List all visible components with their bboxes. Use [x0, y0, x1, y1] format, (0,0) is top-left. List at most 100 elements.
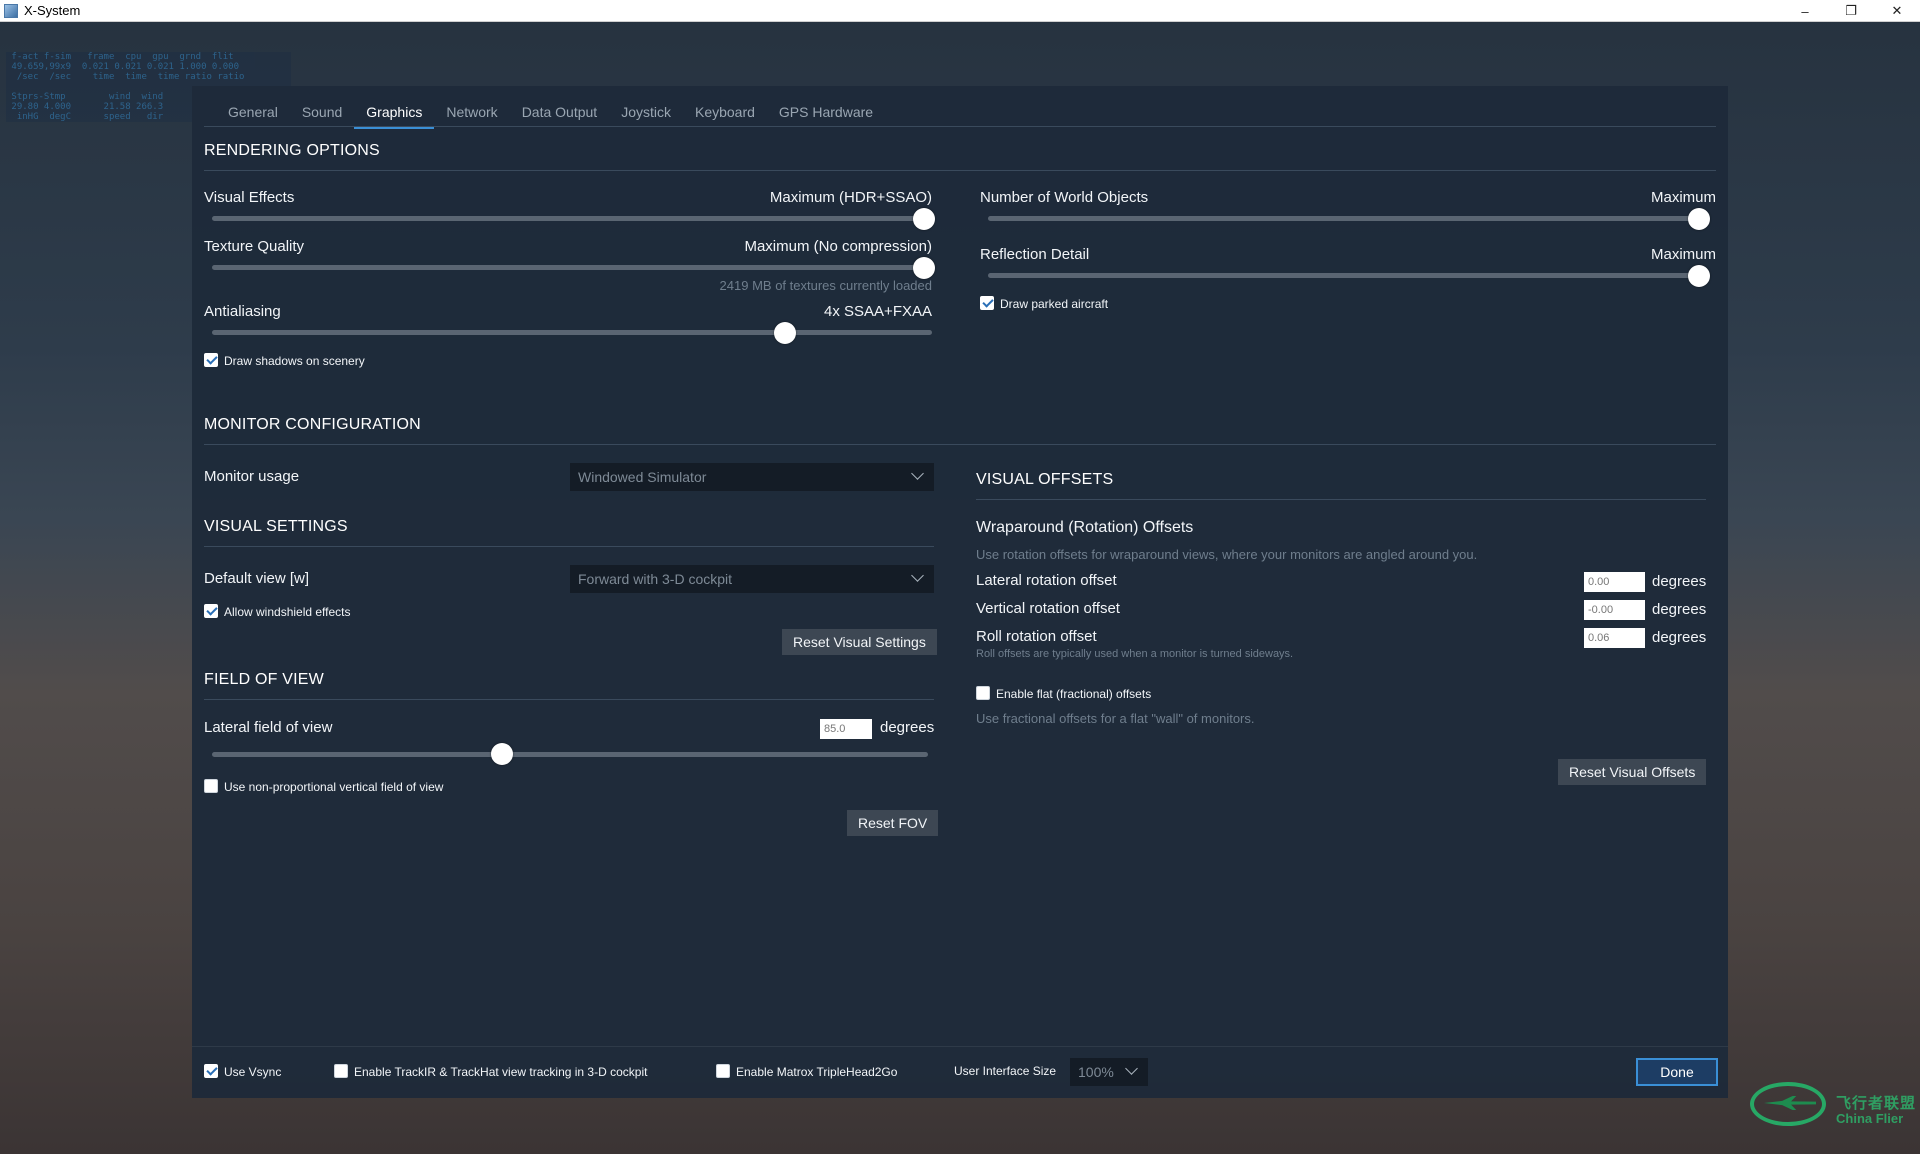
section-divider: [204, 170, 1716, 171]
vertical-rotation-unit: degrees: [1652, 601, 1707, 618]
reset-fov-button[interactable]: Reset FOV: [847, 810, 939, 836]
tab-network[interactable]: Network: [434, 98, 509, 129]
window-title: X-System: [24, 3, 81, 18]
antialiasing-value: 4x SSAA+FXAA: [824, 303, 932, 320]
vertical-rotation-input[interactable]: -0.00: [1584, 600, 1645, 620]
tab-sound[interactable]: Sound: [290, 98, 354, 129]
windshield-effects-checkbox[interactable]: [204, 604, 218, 618]
default-view-dropdown[interactable]: Forward with 3-D cockpit: [570, 565, 934, 593]
tab-general[interactable]: General: [216, 98, 290, 129]
lateral-rotation-input[interactable]: 0.00: [1584, 572, 1645, 592]
tab-graphics[interactable]: Graphics: [354, 98, 435, 129]
antialiasing-slider-thumb[interactable]: [774, 322, 796, 344]
windshield-effects-label: Allow windshield effects: [224, 605, 351, 619]
reflection-detail-label: Reflection Detail: [980, 246, 1090, 263]
lateral-fov-label: Lateral field of view: [204, 719, 333, 736]
tab-gps-hardware[interactable]: GPS Hardware: [767, 98, 885, 129]
section-divider: [204, 546, 934, 547]
reset-visual-offsets-button[interactable]: Reset Visual Offsets: [1558, 759, 1707, 785]
texture-memory-note: 2419 MB of textures currently loaded: [719, 278, 932, 293]
roll-rotation-label: Roll rotation offset: [976, 628, 1097, 645]
draw-parked-aircraft-label: Draw parked aircraft: [1000, 297, 1109, 311]
flat-offsets-hint: Use fractional offsets for a flat "wall"…: [976, 711, 1255, 726]
monitor-usage-label: Monitor usage: [204, 468, 300, 485]
draw-shadows-checkbox[interactable]: [204, 353, 218, 367]
non-proportional-fov-checkbox[interactable]: [204, 779, 218, 793]
visual-effects-slider-thumb[interactable]: [913, 208, 935, 230]
settings-dialog: General Sound Graphics Network Data Outp…: [192, 86, 1728, 1098]
non-proportional-fov-label: Use non-proportional vertical field of v…: [224, 780, 444, 794]
tab-data-output[interactable]: Data Output: [510, 98, 610, 129]
roll-rotation-hint: Roll offsets are typically used when a m…: [976, 648, 1294, 660]
debug-line: 49.659,99x9 0.021 0.021 0.021 1.000 0.00…: [6, 62, 239, 72]
world-objects-slider-thumb[interactable]: [1688, 208, 1710, 230]
chevron-down-icon: [911, 467, 924, 480]
lateral-fov-slider-thumb[interactable]: [491, 743, 513, 765]
visual-settings-title: VISUAL SETTINGS: [204, 518, 348, 535]
roll-rotation-unit: degrees: [1652, 629, 1707, 646]
texture-quality-slider-thumb[interactable]: [913, 257, 935, 279]
monitor-usage-value: Windowed Simulator: [578, 469, 707, 485]
window-controls: – ❐ ✕: [1782, 0, 1920, 22]
tab-bar: General Sound Graphics Network Data Outp…: [216, 98, 885, 129]
china-flier-watermark: 飞行者联盟 China Flier: [1750, 1080, 1920, 1140]
lateral-fov-slider[interactable]: [212, 752, 928, 757]
watermark-cn-text: 飞行者联盟: [1836, 1095, 1917, 1112]
draw-parked-aircraft-checkbox[interactable]: [980, 296, 994, 310]
flat-offsets-label: Enable flat (fractional) offsets: [996, 687, 1152, 701]
visual-effects-value: Maximum (HDR+SSAO): [769, 189, 932, 206]
tab-divider: [204, 126, 1716, 127]
texture-quality-label: Texture Quality: [204, 238, 305, 255]
restore-icon[interactable]: ❐: [1828, 0, 1874, 22]
lateral-rotation-unit: degrees: [1652, 573, 1707, 590]
close-icon[interactable]: ✕: [1874, 0, 1920, 22]
app-icon: [4, 3, 18, 18]
antialiasing-slider[interactable]: [212, 330, 932, 335]
world-objects-value: Maximum: [1650, 189, 1716, 206]
chevron-down-icon: [911, 569, 924, 582]
tab-keyboard[interactable]: Keyboard: [683, 98, 767, 129]
watermark-en-text: China Flier: [1836, 1111, 1904, 1126]
section-divider: [976, 499, 1706, 500]
trackir-checkbox[interactable]: [334, 1064, 348, 1078]
antialiasing-label: Antialiasing: [204, 303, 281, 320]
field-of-view-title: FIELD OF VIEW: [204, 671, 324, 688]
reflection-detail-slider[interactable]: [988, 273, 1708, 278]
vsync-label: Use Vsync: [224, 1065, 282, 1079]
debug-line: f-act f-sim frame cpu gpu grnd flit: [6, 52, 234, 62]
bottom-divider: [192, 1046, 1728, 1047]
reset-visual-settings-button[interactable]: Reset Visual Settings: [782, 629, 937, 655]
debug-line: /sec /sec time time time ratio ratio: [6, 72, 245, 82]
matrox-checkbox[interactable]: [716, 1064, 730, 1078]
tab-joystick[interactable]: Joystick: [609, 98, 683, 129]
reflection-detail-value: Maximum: [1650, 246, 1716, 263]
matrox-label: Enable Matrox TripleHead2Go: [736, 1065, 898, 1079]
texture-quality-slider[interactable]: [212, 265, 932, 270]
vsync-checkbox[interactable]: [204, 1064, 218, 1078]
section-divider: [204, 444, 1716, 445]
section-divider: [204, 699, 934, 700]
world-objects-slider[interactable]: [988, 216, 1708, 221]
flat-offsets-checkbox[interactable]: [976, 686, 990, 700]
roll-rotation-input[interactable]: 0.06: [1584, 628, 1645, 648]
vertical-rotation-label: Vertical rotation offset: [976, 600, 1120, 617]
ui-size-dropdown[interactable]: 100%: [1070, 1058, 1148, 1086]
monitor-usage-dropdown[interactable]: Windowed Simulator: [570, 463, 934, 491]
lateral-rotation-label: Lateral rotation offset: [976, 572, 1117, 589]
minimize-icon[interactable]: –: [1782, 0, 1828, 22]
visual-offsets-title: VISUAL OFFSETS: [976, 471, 1114, 488]
wraparound-offsets-hint: Use rotation offsets for wraparound view…: [976, 547, 1478, 562]
texture-quality-value: Maximum (No compression): [744, 238, 932, 255]
visual-effects-slider[interactable]: [212, 216, 932, 221]
done-button[interactable]: Done: [1636, 1058, 1718, 1086]
ui-size-value: 100%: [1078, 1064, 1114, 1080]
reflection-detail-slider-thumb[interactable]: [1688, 265, 1710, 287]
chevron-down-icon: [1125, 1062, 1138, 1075]
lateral-fov-unit: degrees: [880, 719, 935, 736]
lateral-fov-input[interactable]: 85.0: [820, 719, 872, 739]
window-titlebar: X-System – ❐ ✕: [0, 0, 1920, 22]
world-objects-label: Number of World Objects: [980, 189, 1149, 206]
ui-size-label: User Interface Size: [954, 1064, 1057, 1078]
default-view-label: Default view [w]: [204, 570, 310, 587]
draw-shadows-label: Draw shadows on scenery: [224, 354, 365, 368]
